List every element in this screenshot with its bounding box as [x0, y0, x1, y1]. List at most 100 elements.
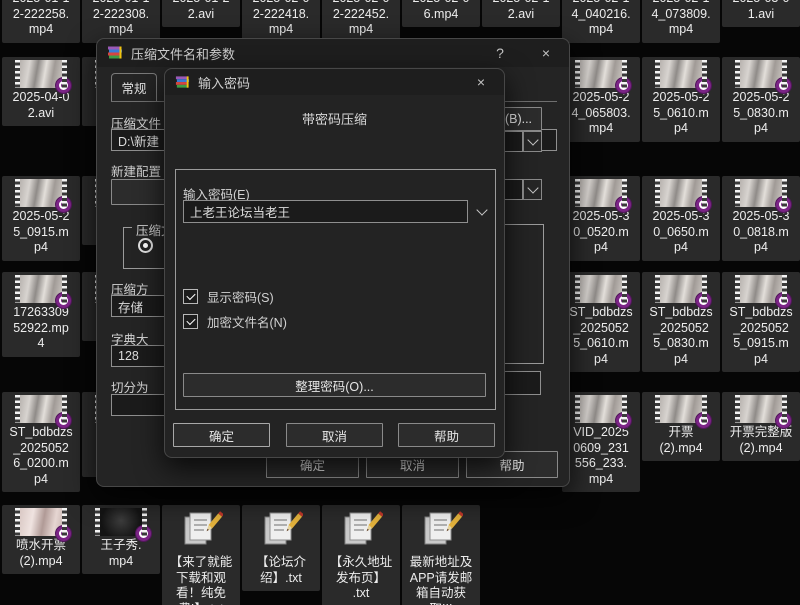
play-badge-icon	[615, 292, 632, 309]
dialog-title: 输入密码	[198, 73, 250, 92]
play-badge-icon	[615, 77, 632, 94]
video-thumbnail	[735, 179, 787, 207]
file-tile[interactable]: 【来了就能 下载和观 看！纯免 费!】.txt	[162, 505, 240, 605]
file-tile[interactable]: ST_bdbdzs _2025052 6_0200.m p4	[2, 392, 80, 492]
file-tile[interactable]: 2025-05-2 5_0830.m p4	[722, 57, 800, 142]
file-tile[interactable]: 17263309 52922.mp 4	[2, 272, 80, 357]
organize-passwords-button[interactable]: 整理密码(O)...	[183, 373, 486, 397]
file-label: 2025-05-3 0_0818.m p4	[723, 209, 799, 256]
encrypt-file-names-row[interactable]: 加密文件名(N)	[183, 312, 287, 331]
file-label: 2025-02-1 2.avi	[483, 0, 559, 22]
password-dropdown-button[interactable]	[472, 200, 492, 223]
video-thumbnail	[575, 275, 627, 303]
update-mode-dropdown-button[interactable]	[523, 131, 542, 152]
file-tile[interactable]: 2025-05-3 0_0520.m p4	[562, 176, 640, 261]
file-label: ST_bdbdzs _2025052 6_0200.m p4	[3, 425, 79, 487]
file-label: ST_bdbdzs _2025052 5_0830.m p4	[643, 305, 719, 367]
file-label: 2025-02-0 2-222418. mp4	[243, 0, 319, 38]
file-tile[interactable]: ST_bdbdzs _2025052 5_0610.m p4	[562, 272, 640, 372]
file-label: 开票 (2).mp4	[643, 425, 719, 456]
video-thumbnail	[15, 395, 67, 423]
video-thumbnail	[735, 275, 787, 303]
file-tile[interactable]: ST_bdbdzs _2025052 5_0830.m p4	[642, 272, 720, 372]
file-label: 2025-05-2 4_065803. mp4	[563, 90, 639, 137]
video-thumbnail	[15, 179, 67, 207]
help-titlebar-button[interactable]: ?	[487, 43, 513, 63]
play-badge-icon	[55, 77, 72, 94]
play-badge-icon	[695, 196, 712, 213]
file-label: 2025-02-1 4_040216. mp4	[563, 0, 639, 38]
text-file-icon	[339, 508, 383, 554]
file-tile[interactable]: 2025-01-1 2-222308. mp4	[82, 0, 160, 43]
help-button[interactable]: 帮助	[398, 423, 495, 447]
video-thumbnail	[95, 508, 147, 536]
file-tile[interactable]: 2025-04-0 2.avi	[2, 57, 80, 126]
file-label: 2025-05-2 5_0915.m p4	[3, 209, 79, 256]
file-label: ST_bdbdzs _2025052 5_0915.m p4	[723, 305, 799, 367]
tab-general[interactable]: 常规	[111, 73, 157, 101]
text-file-icon	[419, 508, 463, 554]
encrypt-file-names-label: 加密文件名(N)	[207, 312, 287, 331]
file-tile[interactable]: 开票 (2).mp4	[642, 392, 720, 461]
file-tile[interactable]: 喷水开票 (2).mp4	[2, 505, 80, 574]
enter-password-dialog: 输入密码 × 带密码压缩 输入密码(E) 上老王论坛当老王 显示密码(S) 加密…	[164, 68, 505, 458]
file-tile[interactable]: 最新地址及 APP请发邮 箱自动获 取!!!	[402, 505, 480, 605]
dialog-titlebar[interactable]: 压缩文件名和参数 ? ×	[97, 39, 569, 67]
video-thumbnail	[15, 275, 67, 303]
cancel-button[interactable]: 取消	[286, 423, 383, 447]
file-tile[interactable]: 【永久地址 发布页】 .txt	[322, 505, 400, 605]
secondary-dropdown-button[interactable]	[523, 179, 542, 200]
chevron-down-icon	[527, 134, 538, 145]
archiving-with-password-text: 带密码压缩	[165, 109, 504, 128]
play-badge-icon	[695, 412, 712, 429]
video-thumbnail	[655, 179, 707, 207]
format-radio-selected[interactable]	[138, 238, 153, 253]
password-input[interactable]: 上老王论坛当老王	[183, 200, 468, 223]
file-tile[interactable]: 2025-02-0 2-222418. mp4	[242, 0, 320, 43]
file-label: 2025-02-1 4_073809. mp4	[643, 0, 719, 38]
file-label: 【来了就能 下载和观 看！纯免 费!】.txt	[163, 555, 239, 605]
show-password-row[interactable]: 显示密码(S)	[183, 287, 274, 306]
play-badge-icon	[775, 196, 792, 213]
play-badge-icon	[695, 292, 712, 309]
file-label: 2025-05-3 0_0520.m p4	[563, 209, 639, 256]
play-badge-icon	[55, 412, 72, 429]
video-thumbnail	[15, 60, 67, 88]
file-tile[interactable]: 2025-05-2 5_0915.m p4	[2, 176, 80, 261]
file-tile[interactable]: 2025-01-2 2.avi	[162, 0, 240, 27]
file-label: 【永久地址 发布页】 .txt	[323, 555, 399, 602]
encrypt-file-names-checkbox[interactable]	[183, 314, 198, 329]
show-password-checkbox[interactable]	[183, 289, 198, 304]
file-tile[interactable]: 2025-02-0 2-222452. mp4	[322, 0, 400, 43]
file-tile[interactable]: 2025-05-3 0_0650.m p4	[642, 176, 720, 261]
text-file-icon	[259, 508, 303, 554]
video-thumbnail	[575, 60, 627, 88]
file-tile[interactable]: 开票完整版 (2).mp4	[722, 392, 800, 461]
close-icon[interactable]: ×	[533, 43, 559, 63]
file-tile[interactable]: 2025-05-3 0_0818.m p4	[722, 176, 800, 261]
file-label: 2025-02-0 2-222452. mp4	[323, 0, 399, 38]
file-tile[interactable]: ST_bdbdzs _2025052 5_0915.m p4	[722, 272, 800, 372]
close-icon[interactable]: ×	[468, 72, 494, 92]
file-tile[interactable]: 2025-01-1 2-222258. mp4	[2, 0, 80, 43]
file-tile[interactable]: 【论坛介 绍】.txt	[242, 505, 320, 591]
file-tile[interactable]: 王子秀. mp4	[82, 505, 160, 574]
file-tile[interactable]: 2025-02-1 4_040216. mp4	[562, 0, 640, 43]
file-tile[interactable]: 2025-05-2 4_065803. mp4	[562, 57, 640, 142]
play-badge-icon	[615, 196, 632, 213]
chevron-down-icon	[476, 204, 487, 215]
ok-button[interactable]: 确定	[173, 423, 270, 447]
file-tile[interactable]: 2025-02-0 6.mp4	[402, 0, 480, 27]
winrar-icon	[107, 45, 123, 61]
file-tile[interactable]: 2025-02-1 4_073809. mp4	[642, 0, 720, 43]
file-tile[interactable]: 2025-05-2 5_0610.m p4	[642, 57, 720, 142]
video-thumbnail	[15, 508, 67, 536]
play-badge-icon	[775, 292, 792, 309]
winrar-icon	[175, 75, 190, 90]
file-tile[interactable]: 2025-02-1 2.avi	[482, 0, 560, 27]
file-tile[interactable]: 2025-03-0 1.avi	[722, 0, 800, 27]
file-label: 2025-02-0 6.mp4	[403, 0, 479, 22]
video-thumbnail	[735, 395, 787, 423]
dialog-titlebar[interactable]: 输入密码 ×	[165, 69, 504, 95]
file-tile[interactable]: VID_2025 0609_231 556_233. mp4	[562, 392, 640, 492]
